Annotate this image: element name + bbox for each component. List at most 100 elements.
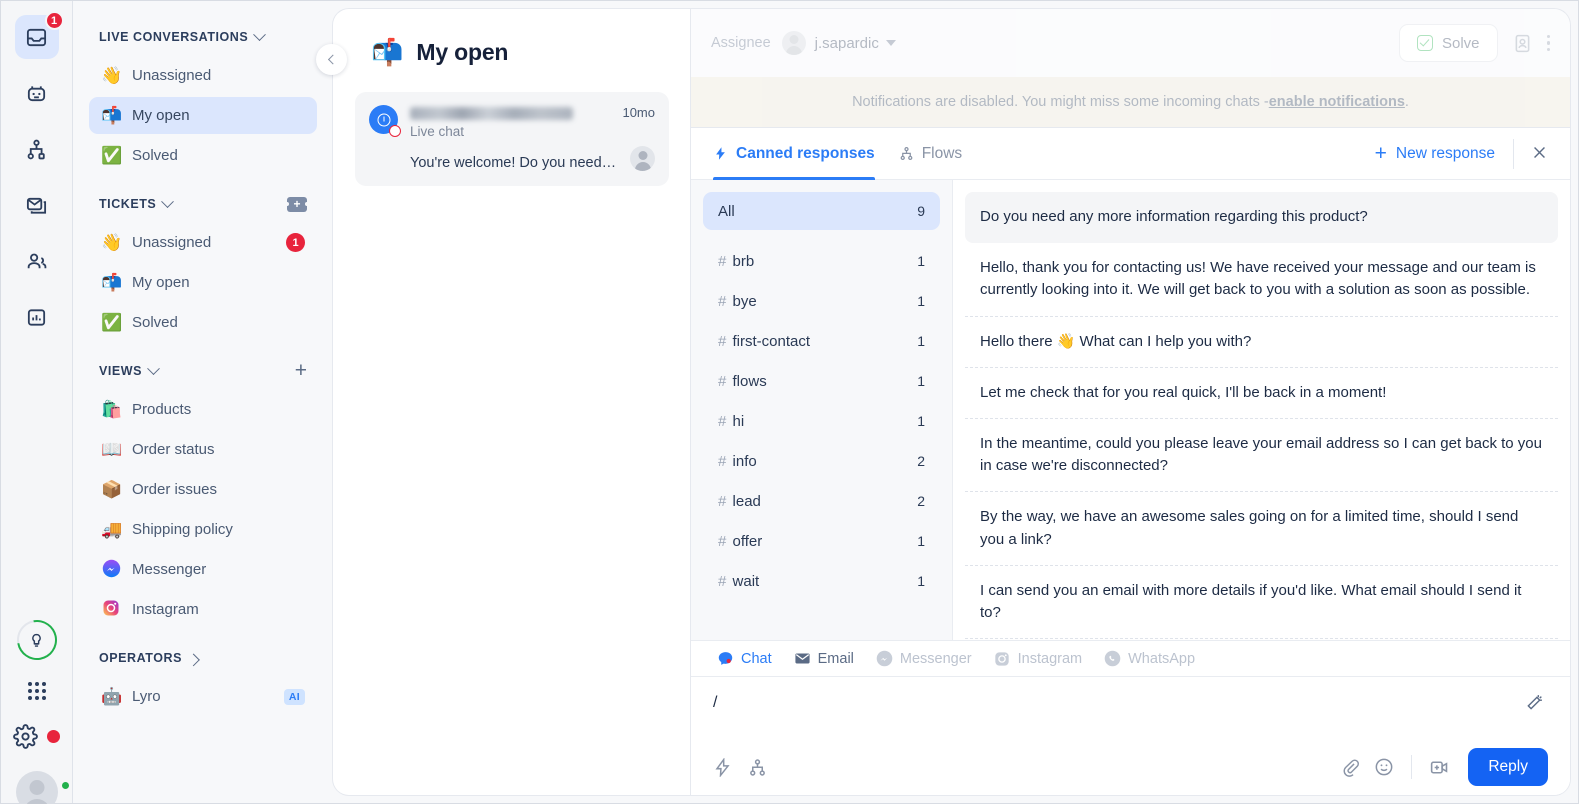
- canned-response-item[interactable]: Do you need any more information regardi…: [965, 192, 1558, 244]
- section-header-live-conversations[interactable]: LIVE CONVERSATIONS: [99, 27, 267, 44]
- app-window: 1 LIVE CONVERSATIONS 👋 Unassigned 📬 My o…: [0, 0, 1579, 804]
- tag-count: 1: [917, 533, 925, 549]
- tag-filter-info[interactable]: # info 2: [703, 442, 940, 480]
- sidebar-item-shipping-policy[interactable]: 🚚 Shipping policy: [89, 511, 317, 548]
- sidebar-item-products[interactable]: 🛍️ Products: [89, 391, 317, 428]
- conversation-header: Assignee j.sapardic Solve: [691, 9, 1570, 77]
- sidebar-item-tk-unassigned[interactable]: 👋 Unassigned 1: [89, 224, 317, 261]
- tag-filter-first-contact[interactable]: # first-contact 1: [703, 322, 940, 360]
- section-live-conversations: LIVE CONVERSATIONS: [89, 27, 317, 47]
- chevron-down-icon[interactable]: [885, 40, 896, 46]
- solve-button[interactable]: Solve: [1398, 24, 1498, 62]
- sidebar-item-lc-my-open[interactable]: 📬 My open: [89, 97, 317, 134]
- emoji-icon[interactable]: [1374, 757, 1394, 777]
- sidebar-item-lc-solved[interactable]: ✅ Solved: [89, 137, 317, 174]
- rail-item-bot[interactable]: [15, 71, 59, 115]
- tag-filter-offer[interactable]: # offer 1: [703, 522, 940, 560]
- rail-item-inbox[interactable]: 1: [14, 11, 64, 59]
- rail-item-analytics[interactable]: [15, 295, 59, 339]
- channel-email[interactable]: Email: [794, 650, 854, 667]
- sidebar-item-label: Order issues: [132, 481, 218, 498]
- new-response-button[interactable]: + New response: [1375, 138, 1514, 169]
- hash-icon: #: [718, 572, 727, 590]
- rail-item-onboarding[interactable]: [16, 620, 57, 660]
- canned-responses-icon[interactable]: [713, 757, 732, 777]
- rail-item-contacts[interactable]: [15, 239, 59, 283]
- channel-label: WhatsApp: [1128, 650, 1196, 667]
- collapse-panel-button[interactable]: [316, 44, 347, 75]
- unassigned-tickets-badge: 1: [286, 233, 305, 252]
- channel-instagram[interactable]: Instagram: [994, 650, 1082, 667]
- email-icon: [794, 650, 811, 667]
- sidebar-item-label: My open: [132, 107, 190, 124]
- canned-tags-list: All 9 # brb 1 # bye 1 # first-contact 1: [691, 180, 953, 640]
- clock-icon: [377, 113, 390, 126]
- conversation-detail-panel: Assignee j.sapardic Solve Notifications …: [691, 9, 1570, 795]
- video-icon[interactable]: [1429, 757, 1450, 778]
- canned-response-item[interactable]: I can send you an email with more detail…: [965, 566, 1558, 640]
- tag-filter-lead[interactable]: # lead 2: [703, 482, 940, 520]
- channel-chat[interactable]: Chat: [717, 650, 772, 667]
- new-response-label: New response: [1395, 144, 1495, 162]
- attachment-icon[interactable]: [1341, 758, 1360, 777]
- sidebar-nav: LIVE CONVERSATIONS 👋 Unassigned 📬 My ope…: [73, 1, 333, 803]
- message-input[interactable]: /: [713, 677, 1548, 739]
- add-ticket-button[interactable]: +: [285, 196, 309, 212]
- tab-canned-responses[interactable]: Canned responses: [713, 128, 875, 180]
- lightbulb-icon: [32, 633, 41, 647]
- tag-filter-hi[interactable]: # hi 1: [703, 402, 940, 440]
- canned-response-item[interactable]: By the way, we have an awesome sales goi…: [965, 492, 1558, 566]
- sidebar-item-messenger[interactable]: Messenger: [89, 551, 317, 588]
- channel-whatsapp[interactable]: WhatsApp: [1104, 650, 1195, 667]
- hash-icon: #: [718, 252, 727, 270]
- notification-text-end: .: [1404, 94, 1409, 110]
- more-options-icon[interactable]: [1546, 34, 1550, 52]
- tag-filter-all[interactable]: All 9: [703, 192, 940, 230]
- tag-count: 1: [917, 573, 925, 589]
- section-header-views[interactable]: VIEWS: [99, 361, 160, 378]
- sidebar-item-tk-solved[interactable]: ✅ Solved: [89, 304, 317, 341]
- canned-response-item[interactable]: Let me check that for you real quick, I'…: [965, 368, 1558, 419]
- canned-response-item[interactable]: Hello, thank you for contacting us! We h…: [965, 243, 1558, 317]
- reply-button[interactable]: Reply: [1468, 748, 1548, 786]
- enable-notifications-link[interactable]: enable notifications: [1269, 94, 1405, 110]
- lightning-icon: [716, 147, 725, 160]
- status-indicator: [389, 125, 401, 137]
- tag-filter-brb[interactable]: # brb 1: [703, 242, 940, 280]
- tag-label: first-contact: [732, 332, 811, 350]
- canned-response-item[interactable]: In the meantime, could you please leave …: [965, 419, 1558, 493]
- canned-responses-tabbar: Canned responses Flows + New response: [691, 128, 1570, 180]
- sidebar-item-instagram[interactable]: Instagram: [89, 591, 317, 628]
- rail-user-avatar[interactable]: [15, 771, 58, 804]
- tag-filter-bye[interactable]: # bye 1: [703, 282, 940, 320]
- flows-icon[interactable]: [748, 758, 767, 777]
- tab-label: Canned responses: [736, 144, 875, 162]
- sidebar-item-order-status[interactable]: 📖 Order status: [89, 431, 317, 468]
- flows-icon: [900, 146, 913, 161]
- rail-item-mail[interactable]: [15, 183, 59, 227]
- section-title: OPERATORS: [99, 651, 182, 665]
- rail-item-settings[interactable]: [13, 724, 60, 749]
- conversation-list-item[interactable]: 10mo Live chat You're welcome! Do you ne…: [355, 92, 669, 186]
- tag-filter-wait[interactable]: # wait 1: [703, 562, 940, 600]
- rail-item-apps[interactable]: [27, 682, 46, 700]
- conversation-customer-name-redacted: [410, 107, 573, 120]
- section-header-operators[interactable]: OPERATORS: [99, 651, 200, 666]
- tab-flows[interactable]: Flows: [899, 128, 962, 180]
- sidebar-item-lc-unassigned[interactable]: 👋 Unassigned: [89, 57, 317, 94]
- channel-messenger[interactable]: Messenger: [876, 650, 972, 667]
- wave-icon: 👋: [101, 233, 123, 252]
- inbox-icon: [26, 28, 47, 46]
- contact-details-icon[interactable]: [1512, 33, 1533, 54]
- sidebar-item-lyro[interactable]: 🤖 Lyro AI: [89, 678, 317, 715]
- close-panel-button[interactable]: [1514, 143, 1548, 165]
- magic-wand-icon[interactable]: [1524, 693, 1544, 718]
- canned-response-item[interactable]: Hello there 👋 What can I help you with?: [965, 317, 1558, 368]
- sidebar-item-order-issues[interactable]: 📦 Order issues: [89, 471, 317, 508]
- sidebar-item-tk-my-open[interactable]: 📬 My open: [89, 264, 317, 301]
- add-view-button[interactable]: +: [295, 360, 307, 381]
- hash-icon: #: [718, 452, 727, 470]
- rail-item-flows[interactable]: [15, 127, 59, 171]
- section-header-tickets[interactable]: TICKETS: [99, 194, 175, 211]
- tag-filter-flows[interactable]: # flows 1: [703, 362, 940, 400]
